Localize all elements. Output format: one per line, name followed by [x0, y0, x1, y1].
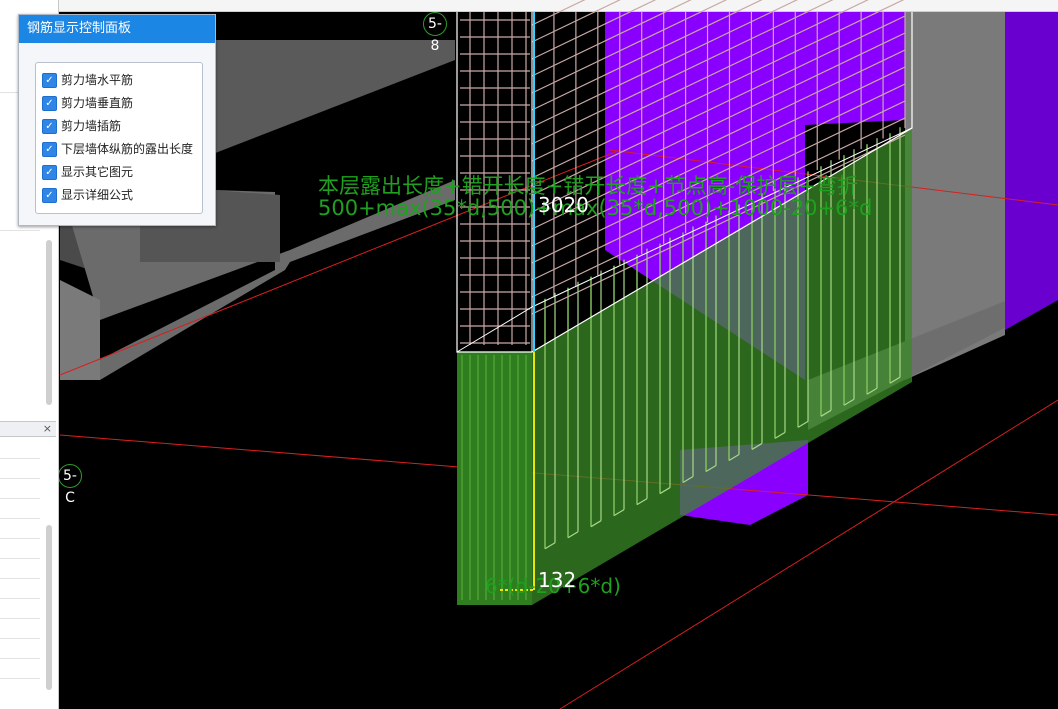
table-row [0, 498, 40, 499]
option-label: 显示其它图元 [61, 165, 134, 179]
checkbox-checked-icon[interactable]: ✓ [42, 141, 57, 157]
table-row [0, 678, 40, 679]
table-row [0, 598, 40, 599]
wall-purple-right [1005, 12, 1058, 330]
table-row [0, 618, 40, 619]
dimension-upper: 3020 [538, 193, 589, 217]
table-row [0, 458, 40, 459]
checkbox-checked-icon[interactable]: ✓ [42, 118, 57, 134]
table-row [0, 518, 40, 519]
option-shearwall-insert[interactable]: ✓ 剪力墙插筋 [42, 117, 121, 135]
panel-title[interactable]: 钢筋显示控制面板 [19, 15, 215, 43]
table-row [0, 638, 40, 639]
close-icon[interactable]: × [43, 422, 52, 436]
axis-bubble-left: 5-C [58, 464, 82, 506]
option-label: 显示详细公式 [61, 188, 134, 202]
option-label: 剪力墙水平筋 [61, 73, 134, 87]
panel-options-box: ✓ 剪力墙水平筋 ✓ 剪力墙垂直筋 ✓ 剪力墙插筋 ✓ 下层墙体纵筋的露出长度 ✓ 显示其… [35, 62, 203, 214]
checkbox-checked-icon[interactable]: ✓ [42, 164, 57, 180]
option-shearwall-horizontal[interactable]: ✓ 剪力墙水平筋 [42, 71, 133, 89]
rebar-display-control-panel: 钢筋显示控制面板 ✓ 剪力墙水平筋 ✓ 剪力墙垂直筋 ✓ 剪力墙插筋 ✓ 下层墙体纵筋的… [18, 14, 216, 226]
axis-bubble-top: 5-8 [423, 12, 447, 54]
checkbox-checked-icon[interactable]: ✓ [42, 95, 57, 111]
left-scrollbar-lower[interactable] [46, 525, 52, 690]
table-row [0, 478, 40, 479]
option-label: 剪力墙插筋 [61, 119, 122, 133]
formula-expression: 500+max(35*d,500)+max(35*d,500)+1000-20+… [318, 196, 873, 220]
table-row [0, 578, 40, 579]
checkbox-checked-icon[interactable]: ✓ [42, 187, 57, 203]
list-divider [0, 230, 40, 231]
checkbox-checked-icon[interactable]: ✓ [42, 72, 57, 88]
option-show-other-elements[interactable]: ✓ 显示其它图元 [42, 163, 133, 181]
table-row [0, 558, 40, 559]
left-subpanel-header: × [0, 421, 56, 437]
table-row [0, 538, 40, 539]
option-shearwall-vertical[interactable]: ✓ 剪力墙垂直筋 [42, 94, 133, 112]
option-label: 剪力墙垂直筋 [61, 96, 134, 110]
option-show-detailed-formula[interactable]: ✓ 显示详细公式 [42, 186, 133, 204]
table-row [0, 658, 40, 659]
option-lower-wall-exposed-length[interactable]: ✓ 下层墙体纵筋的露出长度 [42, 140, 193, 158]
left-scrollbar-upper[interactable] [46, 240, 52, 405]
option-label: 下层墙体纵筋的露出长度 [61, 142, 194, 156]
dimension-lower: 132 [538, 568, 577, 592]
